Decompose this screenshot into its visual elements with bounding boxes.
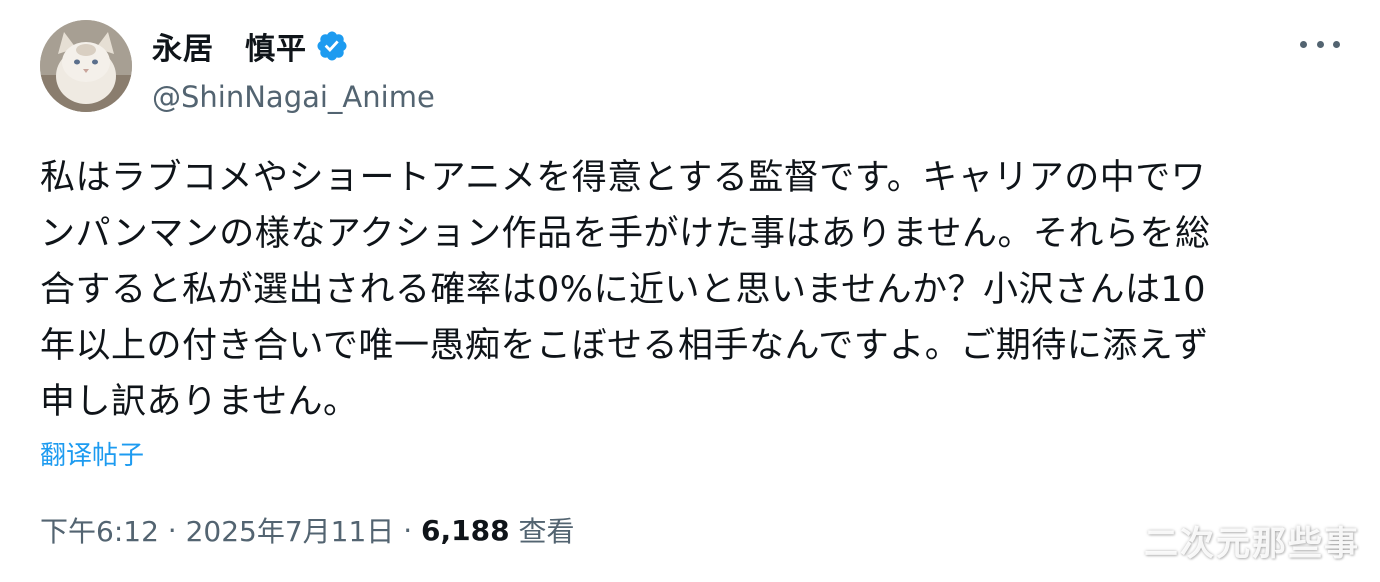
dot — [1316, 40, 1324, 48]
tweet-card: 永居 慎平 @ShinNagai_Anime 私はラブコメやショートアニメを得意… — [0, 0, 1380, 582]
tweet-text-line: 申し訳ありません。 — [40, 382, 359, 422]
tweet-text-line: 私はラブコメやショートアニメを得意とする監督です。キャリアの中でワ — [40, 158, 1207, 198]
cat-avatar[interactable] — [40, 20, 132, 112]
tweet-text-line: 年以上の付き合いで唯一愚痴をこぼせる相手なんですよ。ご期待に添えず — [40, 326, 1209, 366]
verified-badge-icon — [315, 29, 349, 63]
post-time[interactable]: 下午6:12 — [40, 510, 159, 550]
author-names: 永居 慎平 @ShinNagai_Anime — [152, 26, 435, 114]
display-name[interactable]: 永居 慎平 — [152, 24, 307, 68]
author-handle[interactable]: @ShinNagai_Anime — [152, 80, 435, 114]
tweet-header: 永居 慎平 @ShinNagai_Anime — [40, 20, 1350, 120]
translate-post-link[interactable]: 翻译帖子 — [40, 435, 144, 472]
tweet-text-line: ンパンマンの様なアクション作品を手がけた事はありません。それらを総 — [40, 214, 1211, 254]
tweet-metadata: 下午6:12 · 2025年7月11日 · 6,188 查看 — [40, 510, 574, 550]
avatar-image — [40, 20, 132, 112]
post-date[interactable]: 2025年7月11日 — [186, 510, 395, 550]
dot — [1300, 40, 1307, 48]
more-horizontal-icon[interactable] — [1300, 32, 1340, 56]
watermark: 二次元那些事 — [1144, 524, 1360, 564]
tweet-text-line: 合すると私が選出される確率は0%に近いと思いませんか？小沢さんは10 — [40, 270, 1207, 310]
dot — [1333, 40, 1340, 48]
views-count: 6,188 — [421, 513, 510, 547]
tweet-text: 私はラブコメやショートアニメを得意とする監督です。キャリアの中でワ ンパンマンの… — [40, 150, 1340, 430]
separator: · — [394, 513, 421, 547]
display-name-row: 永居 慎平 — [152, 24, 435, 68]
views-label: 查看 — [509, 515, 575, 548]
separator: · — [158, 513, 186, 547]
